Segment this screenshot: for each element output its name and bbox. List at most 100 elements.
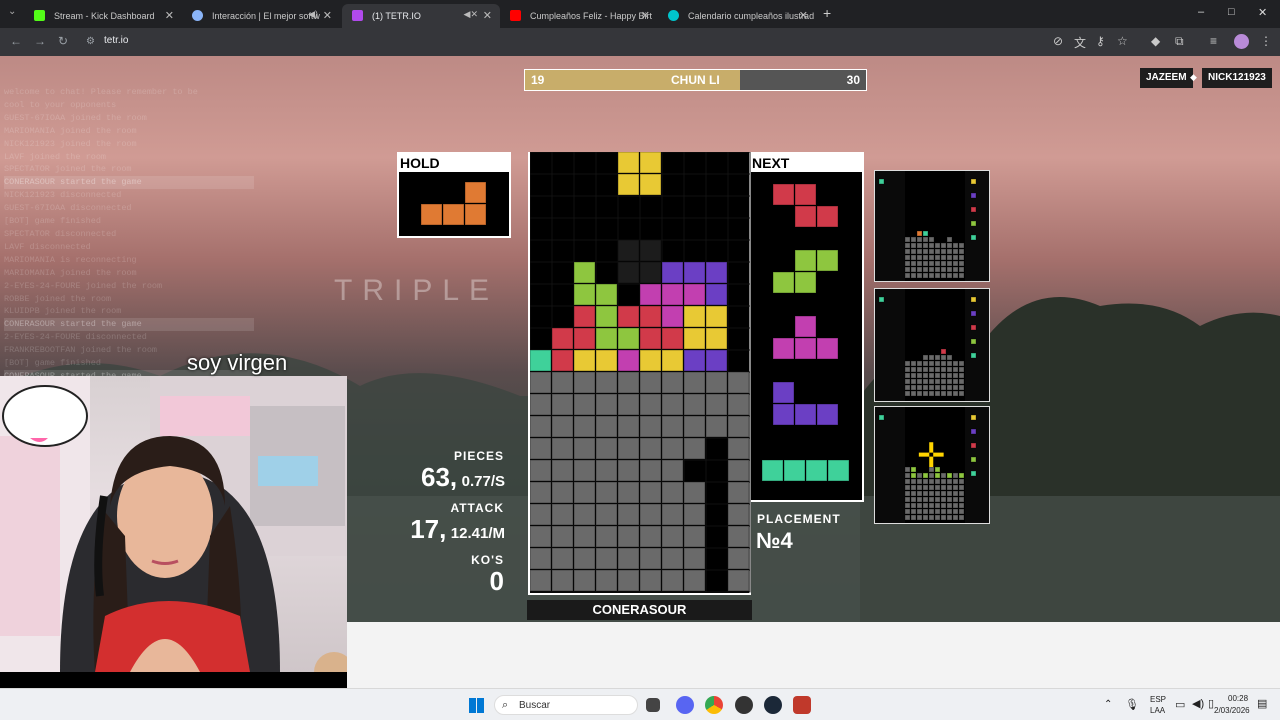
grid-cell	[705, 239, 729, 263]
back-icon[interactable]: ←	[10, 34, 22, 48]
chrome-icon[interactable]	[705, 696, 723, 714]
clock-time[interactable]: 00:28	[1228, 694, 1248, 703]
garbage-mino	[617, 525, 640, 548]
mini-mino	[916, 378, 923, 385]
eye-off-icon[interactable]: ⊘	[1053, 34, 1063, 48]
mini-mino	[904, 466, 911, 473]
mini-mino	[916, 254, 923, 261]
microphone-icon[interactable]: 🎙	[1125, 698, 1139, 711]
mini-mino	[910, 508, 917, 515]
tab-list-icon[interactable]: ⌄	[8, 6, 16, 17]
reload-icon[interactable]: ↻	[58, 34, 68, 48]
grid-cell	[617, 217, 641, 241]
pieces-count: 63,	[421, 462, 458, 492]
mini-mino	[928, 514, 935, 521]
grid-cell	[727, 173, 751, 197]
garbage-mino	[661, 525, 684, 548]
mino	[639, 305, 662, 328]
garbage-mino	[573, 569, 596, 592]
garbage-mino	[551, 525, 574, 548]
star-icon[interactable]: ☆	[1117, 34, 1128, 48]
garbage-mino	[727, 481, 750, 504]
mino	[595, 283, 618, 306]
more-icon[interactable]: ⋮	[1260, 34, 1272, 48]
mino	[705, 283, 728, 306]
mini-mino	[916, 242, 923, 249]
obs-icon[interactable]	[735, 696, 753, 714]
maximize-button[interactable]: □	[1228, 6, 1235, 18]
task-view-icon[interactable]	[646, 698, 660, 712]
mini-mino	[940, 348, 947, 355]
garbage-mino	[727, 569, 750, 592]
mino	[661, 327, 684, 350]
search-icon: ⌕	[502, 699, 509, 711]
mini-mino	[940, 360, 947, 367]
extensions-icon[interactable]: ⧉	[1175, 34, 1184, 49]
key-icon[interactable]: ⚷	[1096, 34, 1105, 48]
forward-icon[interactable]: →	[34, 34, 46, 48]
tab-interaccion[interactable]: Interacción | El mejor softw ◀) ✕	[182, 4, 340, 28]
notification-icon[interactable]: ▤	[1257, 697, 1267, 710]
garbage-mino	[683, 437, 706, 460]
menu-list-icon[interactable]: ≡	[1210, 34, 1217, 48]
tab-kick-dashboard[interactable]: Stream - Kick Dashboard ✕	[24, 4, 182, 28]
taskbar-search[interactable]: ⌕ Buscar	[494, 695, 638, 715]
close-icon[interactable]: ✕	[323, 9, 332, 22]
extension-diamond-icon[interactable]: ◆	[1151, 34, 1160, 48]
minimize-button[interactable]: –	[1198, 6, 1204, 18]
layout-label[interactable]: LAA	[1150, 706, 1165, 715]
mini-mino	[928, 502, 935, 509]
speaker-icon[interactable]: ◀)	[308, 9, 318, 20]
garbage-mino	[530, 437, 552, 460]
mini-mino	[934, 260, 941, 267]
tray-chevron-icon[interactable]: ⌃	[1104, 699, 1112, 710]
grid-cell	[705, 173, 729, 197]
mini-mino	[928, 390, 935, 397]
next-mino	[794, 403, 817, 426]
avatar[interactable]	[1234, 34, 1249, 49]
attack-label: ATTACK	[450, 501, 504, 515]
grid-cell	[727, 195, 751, 219]
tab-tetrio[interactable]: (1) TETR.IO ◀✕ ✕	[342, 4, 500, 28]
clear-text: TRIPLE	[334, 274, 500, 307]
mini-mino	[952, 378, 959, 385]
network-icon[interactable]: ▭	[1175, 698, 1185, 711]
tab-cumpleanos[interactable]: Cumpleaños Feliz - Happy Birt ✕	[500, 4, 658, 28]
mini-mino	[916, 490, 923, 497]
language-label[interactable]: ESP	[1150, 695, 1166, 704]
garbage-mino	[530, 371, 552, 394]
clock-date[interactable]: 2/03/2026	[1214, 706, 1250, 715]
url-field[interactable]: tetr.io	[104, 35, 128, 46]
close-icon[interactable]: ✕	[799, 9, 808, 22]
volume-icon[interactable]: ◀)	[1192, 697, 1204, 710]
steam-icon[interactable]	[764, 696, 782, 714]
mini-mino	[922, 502, 929, 509]
mute-icon[interactable]: ◀✕	[464, 9, 478, 20]
next-mino	[816, 205, 839, 228]
mini-mino	[958, 266, 965, 273]
windows-start-icon[interactable]	[469, 698, 484, 713]
mini-mino	[958, 366, 965, 373]
mini-mino	[916, 248, 923, 255]
site-info-icon[interactable]: ⚙	[86, 36, 95, 47]
tab-calendario[interactable]: Calendario cumpleaños ilustrad ✕	[658, 4, 816, 28]
translate-icon[interactable]: 文	[1074, 34, 1086, 51]
new-tab-button[interactable]: +	[823, 5, 831, 21]
garbage-mino	[551, 459, 574, 482]
board-grid	[530, 152, 751, 593]
mini-mino	[904, 242, 911, 249]
discord-icon[interactable]	[676, 696, 694, 714]
close-icon[interactable]: ✕	[165, 9, 174, 22]
chat-line: SPECTATOR disconnected	[4, 228, 117, 239]
mini-mino	[940, 272, 947, 279]
mini-mino	[922, 354, 929, 361]
close-window-button[interactable]: ✕	[1258, 6, 1267, 19]
chat-line: 2-EYES-24-FOURE joined the room	[4, 280, 163, 291]
mini-mino	[904, 378, 911, 385]
mino	[639, 283, 662, 306]
grid-cell	[727, 152, 751, 175]
close-icon[interactable]: ✕	[483, 9, 492, 22]
chat-line: LAVF disconnected	[4, 241, 91, 252]
close-icon[interactable]: ✕	[641, 9, 650, 22]
app-red-icon[interactable]	[793, 696, 811, 714]
